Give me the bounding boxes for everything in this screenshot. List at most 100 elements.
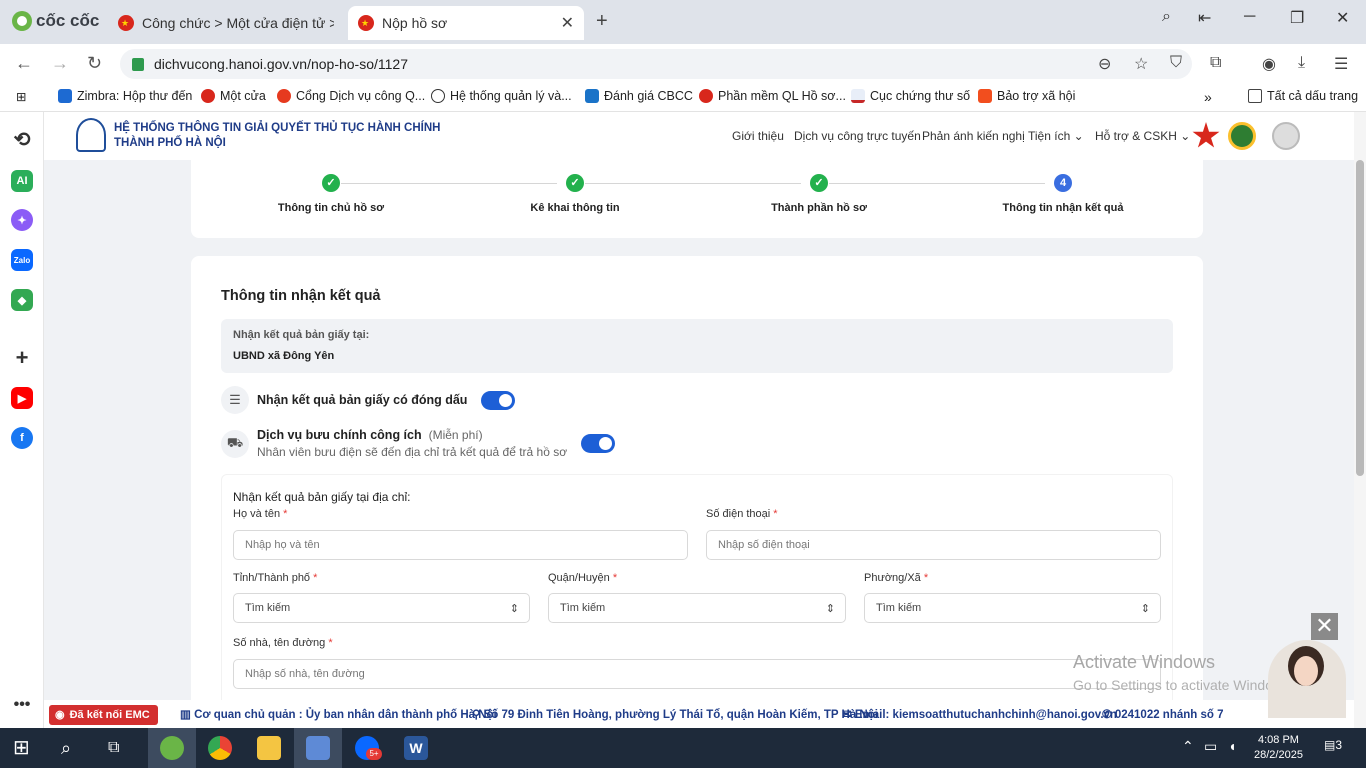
site-title[interactable]: HỆ THỐNG THÔNG TIN GIẢI QUYẾT THỦ TỤC HÀ…: [114, 121, 440, 151]
minimize-icon[interactable]: ─: [1244, 8, 1255, 26]
address-bar[interactable]: dichvucong.hanoi.gov.vn/nop-ho-so/1127: [120, 49, 1192, 79]
bookmark-zimbra[interactable]: Zimbra: Hộp thư đến: [58, 89, 192, 103]
file-explorer-icon[interactable]: [257, 736, 281, 760]
paper-location-value: UBND xã Đông Yên: [233, 350, 335, 362]
menu-icon[interactable]: ☰: [1334, 54, 1348, 74]
menu-tien-ich[interactable]: Tiện ích ⌄: [1028, 129, 1084, 143]
bookmark-label: Cổng Dịch vụ công Q...: [296, 89, 426, 103]
avatar[interactable]: [1272, 122, 1300, 150]
bookmark-he-thong[interactable]: Hệ thống quản lý và...: [431, 89, 572, 103]
tab-search-icon[interactable]: ⌕: [1162, 8, 1171, 26]
menu-phan-anh[interactable]: Phản ánh kiến nghị: [922, 129, 1025, 143]
close-chat-button[interactable]: ✕: [1311, 613, 1338, 640]
extensions-icon[interactable]: ⧉: [1210, 54, 1221, 72]
history-icon[interactable]: ⟲: [11, 128, 33, 151]
phone-input[interactable]: Nhập số điện thoại: [706, 530, 1161, 560]
zoom-out-icon[interactable]: ⊖: [1098, 54, 1111, 74]
messenger-icon[interactable]: ✦: [11, 209, 33, 231]
menu-gioi-thieu[interactable]: Giới thiệu: [732, 129, 784, 143]
province-select[interactable]: Tìm kiếm ⇕: [233, 593, 530, 623]
step-1[interactable]: ✓ Thông tin chủ hồ sơ: [231, 174, 431, 214]
step-2[interactable]: ✓ Kê khai thông tin: [475, 174, 675, 214]
back-icon[interactable]: ←: [15, 53, 33, 74]
close-window-icon[interactable]: ✕: [1336, 8, 1349, 28]
footer-email[interactable]: ✉ Email: kiemsoatthutuchanhchinh@hanoi.g…: [842, 707, 1117, 721]
coccoc-logo-icon: [12, 11, 32, 31]
result-info-card: Thông tin nhận kết quả Nhận kết quả bản …: [191, 256, 1203, 728]
notifications[interactable]: ▤3: [1324, 738, 1342, 753]
ward-select[interactable]: Tìm kiếm ⇕: [864, 593, 1161, 623]
bookmark-cong-dich-vu[interactable]: Cổng Dịch vụ công Q...: [277, 89, 425, 103]
all-bookmarks[interactable]: Tất cả dấu trang: [1248, 89, 1358, 103]
download-icon[interactable]: ⤓: [1298, 54, 1305, 72]
new-tab-icon[interactable]: +: [596, 10, 608, 33]
bookmark-phan-mem[interactable]: Phần mềm QL Hồ sơ...: [699, 89, 846, 103]
more-icon[interactable]: •••: [11, 694, 33, 716]
forward-icon[interactable]: →: [51, 53, 69, 74]
windows-start-icon[interactable]: ⊞: [13, 736, 37, 760]
phone-label: Số điện thoại *: [706, 508, 778, 520]
name-input[interactable]: Nhập họ và tên: [233, 530, 688, 560]
footer-phone[interactable]: ✆ 0241022 nhánh số 7: [1102, 707, 1224, 721]
word-icon[interactable]: W: [404, 736, 428, 760]
bookmark-danh-gia[interactable]: Đánh giá CBCC: [585, 89, 693, 103]
profile-icon[interactable]: ◉: [1262, 54, 1276, 74]
bookmark-label: Bảo trợ xã hội: [997, 89, 1076, 103]
ai-icon[interactable]: AI: [11, 170, 33, 192]
clock[interactable]: 4:08 PM 28/2/2025: [1254, 733, 1303, 763]
tab-title: Nộp hồ sơ: [382, 15, 448, 31]
coccoc-icon[interactable]: [160, 736, 184, 760]
shield-icon[interactable]: ⛉: [1170, 54, 1182, 72]
task-view-icon[interactable]: ⧉: [108, 736, 132, 760]
restore-icon[interactable]: ❐: [1290, 8, 1304, 28]
game-icon[interactable]: ◆: [11, 289, 33, 311]
bookmark-bao-tro[interactable]: Bảo trợ xã hội: [978, 89, 1075, 103]
facebook-icon[interactable]: f: [11, 427, 33, 449]
add-icon[interactable]: +: [11, 345, 33, 370]
close-tab-icon[interactable]: ✕: [561, 13, 574, 33]
party-star-icon[interactable]: [1192, 122, 1220, 148]
coccoc-brand[interactable]: cốc cốc: [12, 11, 99, 31]
browser-toolbar: ← → ↻ dichvucong.hanoi.gov.vn/nop-ho-so/…: [0, 44, 1366, 84]
step-label: Thành phần hồ sơ: [771, 202, 867, 214]
police-emblem-icon[interactable]: [1228, 122, 1256, 150]
apps-grid-icon[interactable]: ⊞: [16, 89, 26, 104]
reload-icon[interactable]: ↻: [87, 53, 102, 74]
zalo-badge: 5+: [366, 748, 382, 760]
bookmark-star-icon[interactable]: ☆: [1134, 54, 1148, 74]
mail-icon: ✉: [842, 709, 855, 721]
emblem-icon: [277, 89, 291, 103]
youtube-icon[interactable]: ▶: [11, 387, 33, 409]
network-icon[interactable]: ▭: [1204, 739, 1217, 754]
zalo-icon[interactable]: Zalo: [11, 249, 33, 271]
tab-nop-ho-so[interactable]: Nộp hồ sơ ✕: [348, 6, 584, 40]
menu-ho-tro[interactable]: Hỗ trợ & CSKH ⌄: [1095, 129, 1190, 143]
remote-app-icon[interactable]: [306, 736, 330, 760]
chrome-icon[interactable]: [208, 736, 232, 760]
step-3[interactable]: ✓ Thành phần hồ sơ: [719, 174, 919, 214]
bookmark-cuc-chung-thu[interactable]: Cục chứng thư số: [851, 89, 970, 103]
hanoi-logo-icon[interactable]: [76, 118, 106, 152]
stamped-toggle[interactable]: [481, 390, 516, 410]
street-input[interactable]: Nhập số nhà, tên đường: [233, 659, 1161, 689]
tray-chevron-up-icon[interactable]: ⌃: [1182, 739, 1194, 754]
menu-dich-vu-cong[interactable]: Dịch vụ công trực tuyến: [794, 129, 921, 143]
virtual-assistant-avatar[interactable]: [1268, 640, 1346, 718]
volume-icon[interactable]: ◖: [1228, 739, 1236, 754]
sort-arrows-icon: ⇕: [1140, 602, 1150, 615]
bookmarks-bar: ⊞ Zimbra: Hộp thư đến Một cửa Cổng Dịch …: [0, 84, 1366, 112]
more-bookmarks-icon[interactable]: »: [1204, 89, 1212, 105]
postal-toggle[interactable]: [581, 434, 616, 453]
emc-badge[interactable]: ◉ Đã kết nối EMC: [49, 705, 158, 725]
back-history-icon[interactable]: ⇤: [1198, 8, 1211, 28]
step-label: Thông tin chủ hồ sơ: [277, 202, 385, 214]
bookmark-mot-cua[interactable]: Một cửa: [201, 89, 266, 103]
district-select[interactable]: Tìm kiếm ⇕: [548, 593, 846, 623]
tab-cong-chuc[interactable]: Công chức > Một cửa điện tử > Tr: [108, 6, 344, 40]
scrollbar-thumb[interactable]: [1356, 160, 1364, 476]
search-icon[interactable]: ⌕: [61, 736, 85, 760]
step-number: 4: [1054, 174, 1072, 192]
notification-icon: ▤: [1324, 738, 1336, 752]
step-4[interactable]: 4 Thông tin nhận kết quả: [963, 174, 1163, 214]
page-scrollbar[interactable]: [1354, 112, 1366, 728]
